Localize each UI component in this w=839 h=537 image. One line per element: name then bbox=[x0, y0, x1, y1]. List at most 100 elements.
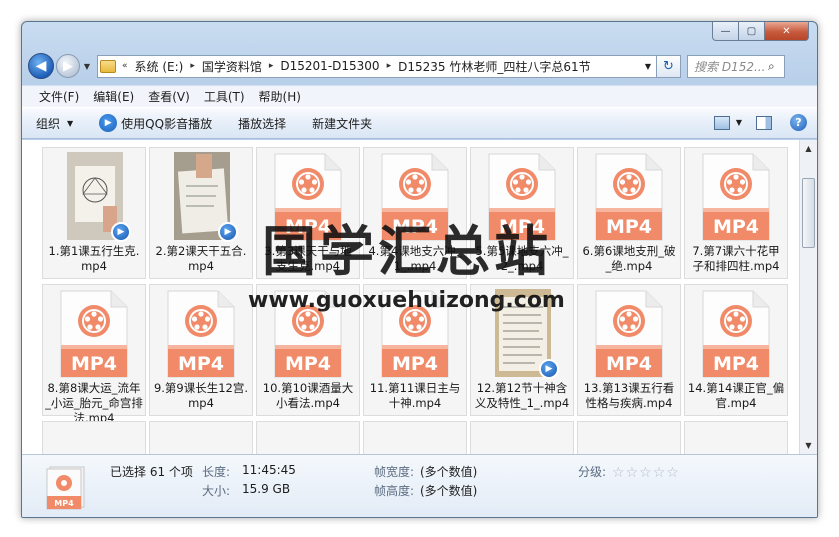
breadcrumb-overflow[interactable]: « bbox=[120, 61, 130, 71]
organize-button[interactable]: 组织 ▼ bbox=[36, 115, 73, 132]
file-name: 6.第6课地支刑_破_绝.mp4 bbox=[582, 244, 676, 273]
file-item[interactable] bbox=[684, 421, 788, 454]
file-name: 14.第14课正官_偏官.mp4 bbox=[687, 381, 785, 410]
recent-pages-dropdown[interactable]: ▼ bbox=[81, 62, 93, 71]
watermark-title: 国学汇总站 bbox=[262, 220, 552, 283]
file-thumbnail: MP4 bbox=[693, 289, 779, 379]
search-input[interactable]: 搜索 D152... ⌕ bbox=[687, 54, 785, 78]
file-item[interactable]: MP4 14.第14课正官_偏官.mp4 bbox=[684, 284, 788, 416]
file-item[interactable] bbox=[363, 421, 467, 454]
breadcrumb-separator[interactable]: ▸ bbox=[188, 61, 197, 71]
qq-player-icon: ▶ bbox=[99, 114, 118, 132]
file-item[interactable] bbox=[42, 421, 146, 454]
view-options-dropdown[interactable]: ▼ bbox=[736, 118, 742, 127]
toolbar-right: ▼ ? bbox=[713, 114, 807, 131]
back-button[interactable]: ◀ bbox=[28, 53, 54, 79]
mp4-label: MP4 bbox=[70, 353, 118, 375]
command-bar: 组织 ▼ ▶ 使用QQ影音播放 播放选择 新建文件夹 ▼ ? bbox=[22, 107, 817, 139]
caption-buttons: — ▢ ✕ bbox=[712, 22, 809, 41]
qq-play-button[interactable]: ▶ 使用QQ影音播放 bbox=[99, 114, 212, 132]
file-item[interactable]: MP4 8.第8课大运_流年_小运_胎元_命宫排法.mp4 bbox=[42, 284, 146, 425]
length-value: 11:45:45 bbox=[242, 463, 296, 477]
change-view-icon[interactable] bbox=[713, 115, 730, 130]
breadcrumb-range[interactable]: D15201-D15300 bbox=[275, 59, 384, 73]
new-folder-button[interactable]: 新建文件夹 bbox=[312, 115, 372, 132]
breadcrumb-current-folder[interactable]: D15235 竹林老师_四柱八字总61节 bbox=[393, 58, 596, 75]
star-icon[interactable]: ☆ bbox=[626, 465, 639, 481]
file-item[interactable]: MP4 7.第7课六十花甲子和排四柱.mp4 bbox=[684, 147, 788, 279]
file-name: 9.第9课长生12宫.mp4 bbox=[153, 381, 249, 410]
file-item[interactable]: ▶ 2.第2课天干五合.mp4 bbox=[149, 147, 253, 279]
rating-stars[interactable]: ☆ ☆ ☆ ☆ ☆ bbox=[612, 465, 680, 481]
star-icon[interactable]: ☆ bbox=[653, 465, 666, 481]
file-name: 13.第13课五行看性格与疾病.mp4 bbox=[583, 381, 675, 410]
close-button[interactable]: ✕ bbox=[765, 22, 809, 41]
help-icon[interactable]: ? bbox=[790, 114, 807, 131]
star-icon[interactable]: ☆ bbox=[639, 465, 652, 481]
breadcrumb-separator[interactable]: ▸ bbox=[267, 61, 276, 71]
play-selection-button[interactable]: 播放选择 bbox=[238, 115, 286, 132]
mp4-label: MP4 bbox=[605, 353, 653, 375]
file-item[interactable] bbox=[256, 421, 360, 454]
scroll-up-button[interactable]: ▲ bbox=[800, 140, 817, 157]
forward-arrow-icon: ▶ bbox=[63, 58, 73, 74]
selection-count: 已选择 61 个项 bbox=[110, 465, 193, 479]
file-item[interactable] bbox=[577, 421, 681, 454]
mp4-label: MP4 bbox=[605, 216, 653, 238]
length-label: 长度: bbox=[202, 465, 231, 479]
file-name: 1.第1课五行生克.mp4 bbox=[48, 244, 140, 273]
file-name: 8.第8课大运_流年_小运_胎元_命宫排法.mp4 bbox=[45, 381, 143, 425]
file-thumbnail: MP4 bbox=[586, 152, 672, 242]
menu-file[interactable]: 文件(F) bbox=[32, 88, 86, 105]
file-thumbnail: MP4 bbox=[158, 289, 244, 379]
watermark-url: www.guoxuehuizong.com bbox=[248, 288, 565, 313]
details-pane: MP4 已选择 61 个项 长度: 11:45:45 大小: 15.9 GB 帧… bbox=[22, 454, 817, 517]
play-selection-label: 播放选择 bbox=[238, 116, 287, 131]
address-bar[interactable]: « 系统 (E:) ▸ 国学资料馆 ▸ D15201-D15300 ▸ D152… bbox=[97, 54, 657, 78]
menu-view[interactable]: 查看(V) bbox=[141, 88, 197, 105]
menu-help[interactable]: 帮助(H) bbox=[252, 88, 308, 105]
file-name: 11.第11课日主与十神.mp4 bbox=[369, 381, 461, 410]
preview-pane-icon[interactable] bbox=[756, 115, 772, 130]
file-name: 10.第10课酒量大小看法.mp4 bbox=[262, 381, 354, 410]
star-icon[interactable]: ☆ bbox=[666, 465, 679, 481]
menu-tools[interactable]: 工具(T) bbox=[197, 88, 252, 105]
file-item[interactable] bbox=[149, 421, 253, 454]
mp4-label: MP4 bbox=[712, 353, 760, 375]
file-item[interactable]: MP4 13.第13课五行看性格与疾病.mp4 bbox=[577, 284, 681, 416]
mp4-file-stack-icon: MP4 bbox=[44, 463, 92, 511]
file-thumbnail: ▶ bbox=[158, 152, 244, 242]
file-thumbnail: MP4 bbox=[693, 152, 779, 242]
address-dropdown[interactable]: ▼ bbox=[640, 62, 656, 71]
search-placeholder: 搜索 D152... bbox=[694, 59, 766, 74]
breadcrumb-drive[interactable]: 系统 (E:) bbox=[130, 58, 189, 75]
scroll-thumb[interactable] bbox=[802, 178, 815, 248]
scroll-down-button[interactable]: ▼ bbox=[800, 437, 817, 454]
file-name: 7.第7课六十花甲子和排四柱.mp4 bbox=[692, 244, 780, 273]
minimize-button[interactable]: — bbox=[712, 22, 739, 41]
refresh-button[interactable]: ↻ bbox=[657, 54, 681, 78]
breadcrumb-separator[interactable]: ▸ bbox=[385, 61, 394, 71]
new-folder-label: 新建文件夹 bbox=[312, 116, 373, 131]
file-item[interactable]: ▶ 1.第1课五行生克.mp4 bbox=[42, 147, 146, 279]
file-thumbnail: ▶ bbox=[51, 152, 137, 242]
chevron-down-icon: ▼ bbox=[67, 118, 74, 128]
forward-button[interactable]: ▶ bbox=[56, 54, 80, 78]
folder-icon bbox=[100, 59, 116, 73]
file-name: 12.第12节十神含义及特性_1_.mp4 bbox=[474, 381, 570, 410]
svg-text:MP4: MP4 bbox=[54, 499, 74, 508]
file-item[interactable] bbox=[470, 421, 574, 454]
maximize-button[interactable]: ▢ bbox=[739, 22, 765, 41]
qq-player-badge-icon: ▶ bbox=[111, 222, 131, 242]
star-icon[interactable]: ☆ bbox=[612, 465, 625, 481]
breadcrumb-library[interactable]: 国学资料馆 bbox=[197, 58, 267, 75]
file-thumbnail: MP4 bbox=[51, 289, 137, 379]
frame-height-label: 帧高度: bbox=[374, 484, 415, 498]
search-icon[interactable]: ⌕ bbox=[768, 59, 784, 74]
vertical-scrollbar[interactable]: ▲ ▼ bbox=[799, 140, 817, 454]
frame-height-value: (多个数值) bbox=[420, 484, 478, 498]
file-item[interactable]: MP4 6.第6课地支刑_破_绝.mp4 bbox=[577, 147, 681, 279]
menu-edit[interactable]: 编辑(E) bbox=[86, 88, 141, 105]
file-item[interactable]: MP4 9.第9课长生12宫.mp4 bbox=[149, 284, 253, 416]
mp4-label: MP4 bbox=[284, 353, 332, 375]
